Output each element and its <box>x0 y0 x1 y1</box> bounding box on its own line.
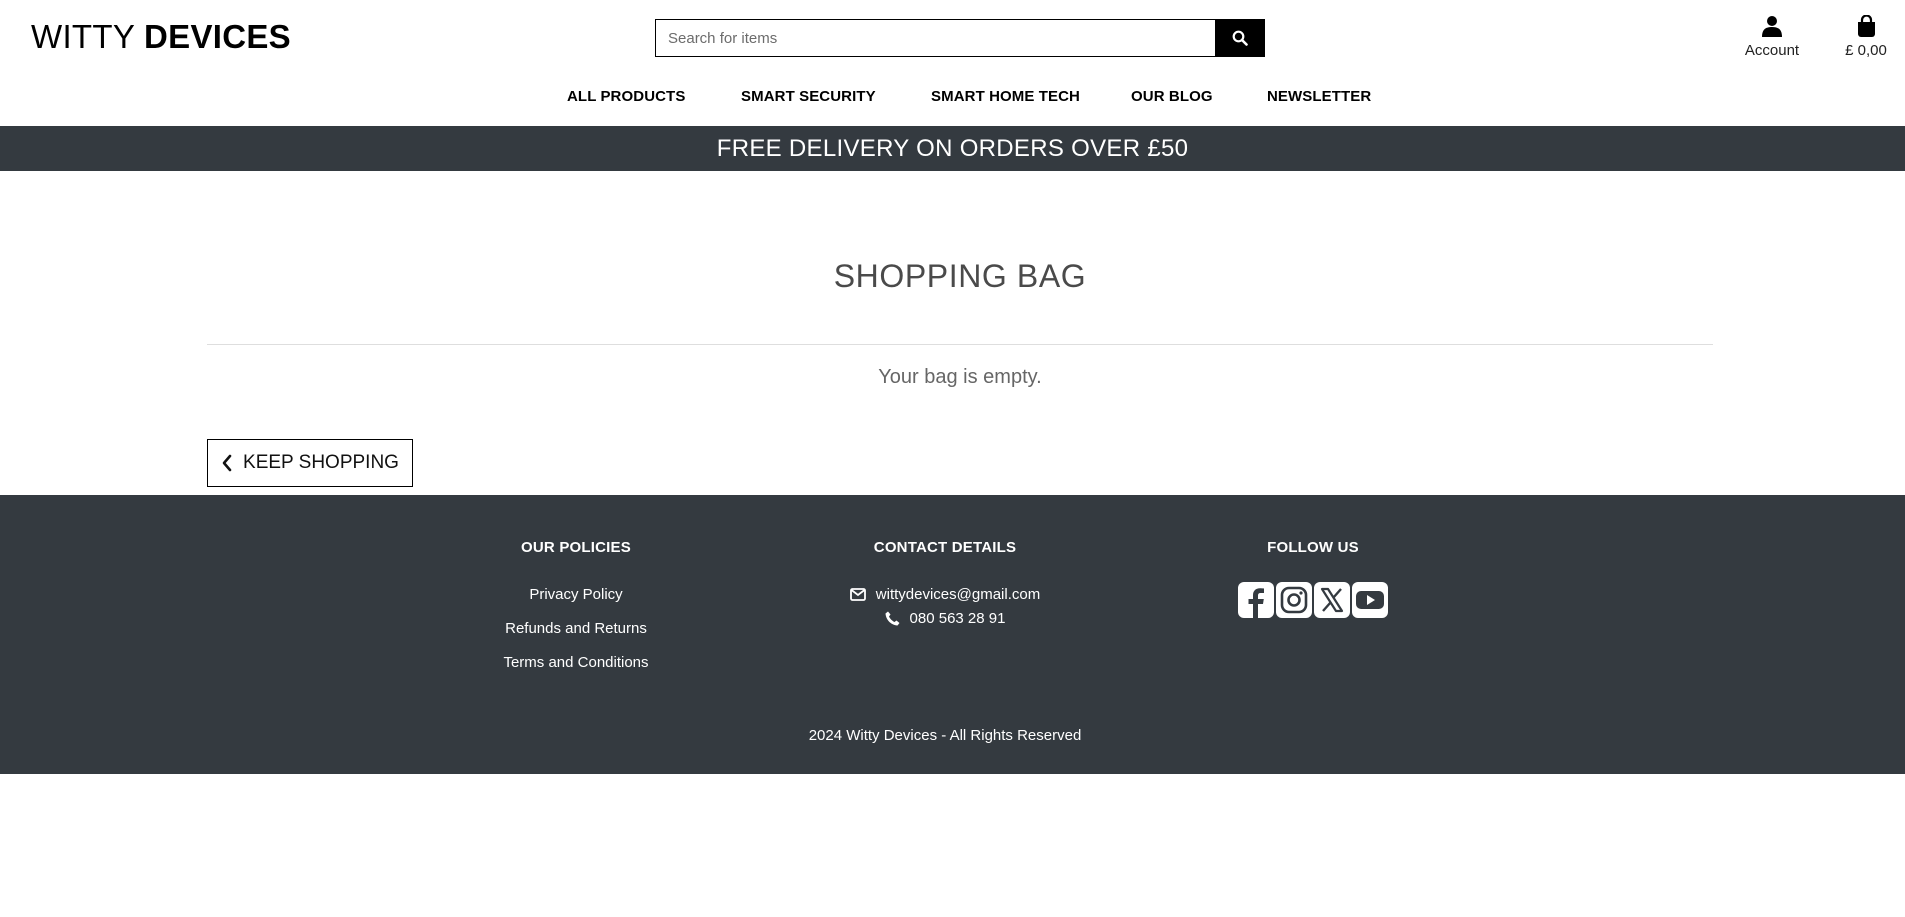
user-icon <box>1762 16 1782 37</box>
contact-heading: CONTACT DETAILS <box>873 539 1017 556</box>
keep-shopping-label: KEEP SHOPPING <box>243 452 399 473</box>
envelope-icon <box>849 587 866 601</box>
account-link[interactable]: Account <box>1736 14 1808 59</box>
site-header: WITTY DEVICES Account £ 0,00 <box>0 0 1905 126</box>
youtube-link[interactable] <box>1352 582 1388 618</box>
page-title: SHOPPING BAG <box>833 258 1087 294</box>
contact-column: CONTACT DETAILS wittydevices@gmail.com 0… <box>815 539 1075 630</box>
bag-total: £ 0,00 <box>1845 42 1887 59</box>
nav-smart-security[interactable]: SMART SECURITY <box>741 88 876 105</box>
instagram-link[interactable] <box>1276 582 1312 618</box>
logo-text-light: WITTY <box>31 18 135 55</box>
x-icon <box>1314 582 1350 618</box>
instagram-icon <box>1276 582 1312 618</box>
nav-our-blog[interactable]: OUR BLOG <box>1131 88 1213 105</box>
search-input[interactable] <box>655 19 1215 57</box>
follow-column: FOLLOW US <box>1213 539 1413 618</box>
nav-newsletter[interactable]: NEWSLETTER <box>1267 88 1371 105</box>
nav-all-products[interactable]: ALL PRODUCTS <box>567 88 685 105</box>
bag-link[interactable]: £ 0,00 <box>1840 14 1892 59</box>
copyright-text: 2024 Witty Devices - All Rights Reserved <box>808 727 1082 744</box>
refunds-returns-link[interactable]: Refunds and Returns <box>476 612 676 646</box>
account-label: Account <box>1744 42 1800 59</box>
contact-phone[interactable]: 080 563 28 91 <box>815 606 1075 630</box>
policies-heading: OUR POLICIES <box>521 539 631 556</box>
phone-text: 080 563 28 91 <box>909 609 1006 627</box>
x-link[interactable] <box>1314 582 1350 618</box>
search-icon <box>1232 30 1248 46</box>
site-footer: OUR POLICIES Privacy Policy Refunds and … <box>0 495 1905 774</box>
facebook-link[interactable] <box>1238 582 1274 618</box>
delivery-banner: FREE DELIVERY ON ORDERS OVER £50 <box>0 126 1905 171</box>
nav-smart-home-tech[interactable]: SMART HOME TECH <box>931 88 1080 105</box>
facebook-icon <box>1238 582 1274 618</box>
youtube-icon <box>1352 582 1388 618</box>
contact-email[interactable]: wittydevices@gmail.com <box>815 582 1075 606</box>
policies-column: OUR POLICIES Privacy Policy Refunds and … <box>476 539 676 680</box>
terms-conditions-link[interactable]: Terms and Conditions <box>476 646 676 680</box>
shopping-bag-icon <box>1857 15 1875 37</box>
email-text: wittydevices@gmail.com <box>875 585 1041 603</box>
empty-bag-message: Your bag is empty. <box>878 366 1042 388</box>
main-nav: ALL PRODUCTS SMART SECURITY SMART HOME T… <box>0 88 1905 112</box>
divider <box>207 344 1713 345</box>
chevron-left-icon <box>222 454 232 472</box>
logo-text-bold: DEVICES <box>144 18 291 55</box>
follow-heading: FOLLOW US <box>1267 539 1359 556</box>
phone-icon <box>885 611 900 625</box>
site-logo[interactable]: WITTY DEVICES <box>31 18 291 56</box>
search-button[interactable] <box>1215 19 1265 57</box>
keep-shopping-button[interactable]: KEEP SHOPPING <box>207 439 413 487</box>
search-form <box>655 19 1265 57</box>
privacy-policy-link[interactable]: Privacy Policy <box>476 578 676 612</box>
